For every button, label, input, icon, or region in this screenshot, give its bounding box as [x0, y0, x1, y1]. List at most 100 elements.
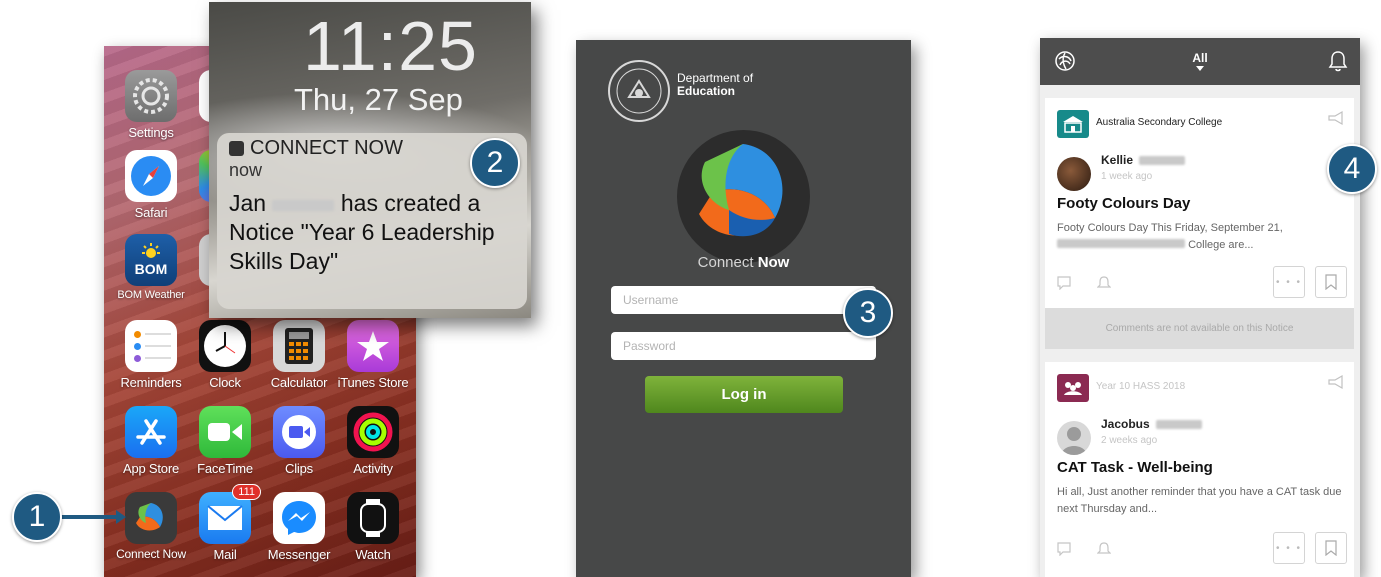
- callout-3: 3: [843, 288, 893, 338]
- wa-government-crest-icon: [608, 60, 670, 122]
- app-facetime[interactable]: FaceTime: [188, 406, 262, 476]
- feed-header: All: [1040, 38, 1360, 85]
- author-first-name: Kellie: [1101, 153, 1134, 167]
- app-reminders[interactable]: Reminders: [114, 320, 188, 390]
- notices-feed: All Australia Secondary College Kellie 1…: [1040, 38, 1360, 577]
- megaphone-icon: [1328, 374, 1343, 390]
- lock-time: 11:25: [303, 7, 478, 85]
- clock-icon: [199, 320, 251, 372]
- notice-excerpt: Footy Colours Day This Friday, September…: [1057, 220, 1347, 254]
- app-settings[interactable]: Settings: [114, 70, 188, 140]
- avatar: [1057, 157, 1091, 191]
- redacted-text: [1057, 239, 1185, 248]
- app-clips[interactable]: Clips: [262, 406, 336, 476]
- app-label: Calculator: [270, 375, 328, 390]
- post-age: 1 week ago: [1101, 171, 1153, 182]
- facetime-icon: [199, 406, 251, 458]
- bell-outline-icon[interactable]: [1097, 542, 1111, 556]
- app-brand-bold: Now: [757, 254, 790, 271]
- redacted-name: [272, 200, 335, 211]
- mail-badge: 111: [232, 484, 261, 500]
- notification-app-name: CONNECT NOW: [250, 137, 403, 159]
- app-watch[interactable]: Watch: [336, 492, 410, 562]
- reminders-icon: [125, 320, 177, 372]
- app-store-icon: [125, 406, 177, 458]
- bookmark-icon: [1325, 540, 1337, 556]
- megaphone-icon: [1328, 110, 1343, 126]
- activity-icon: [347, 406, 399, 458]
- password-input[interactable]: [611, 332, 876, 360]
- comment-icon[interactable]: [1057, 542, 1071, 556]
- more-options-button[interactable]: • • •: [1273, 532, 1305, 564]
- messenger-icon: [273, 492, 325, 544]
- comments-disabled-message: Comments are not available on this Notic…: [1045, 308, 1354, 349]
- notice-excerpt-line2-text: College are...: [1188, 239, 1254, 251]
- app-brand-prefix: Connect: [697, 254, 758, 271]
- app-brand: Connect Now: [576, 254, 911, 271]
- calculator-icon: [273, 320, 325, 372]
- notice-card[interactable]: Australia Secondary College Kellie 1 wee…: [1045, 98, 1354, 349]
- app-label: BOM Weather: [117, 289, 185, 301]
- bell-outline-icon[interactable]: [1097, 276, 1111, 290]
- lock-date: Thu, 27 Sep: [294, 82, 463, 117]
- bell-icon[interactable]: [1328, 50, 1348, 72]
- comment-icon[interactable]: [1057, 276, 1071, 290]
- app-app-store[interactable]: App Store: [114, 406, 188, 476]
- app-safari[interactable]: Safari: [114, 150, 188, 220]
- class-name: Year 10 HASS 2018: [1096, 381, 1186, 392]
- app-messenger[interactable]: Messenger: [262, 492, 336, 562]
- app-activity[interactable]: Activity: [336, 406, 410, 476]
- app-label: App Store: [122, 461, 179, 476]
- itunes-store-icon: [347, 320, 399, 372]
- app-bom-weather[interactable]: BOM BOM Weather: [114, 234, 188, 301]
- app-label: FaceTime: [197, 461, 253, 476]
- log-in-button[interactable]: Log in: [645, 376, 843, 413]
- callout-connector: [58, 515, 120, 519]
- app-connect-now[interactable]: Connect Now: [114, 492, 188, 561]
- school-name: Australia Secondary College: [1096, 117, 1223, 128]
- school-building-icon: [1057, 110, 1089, 138]
- stage: Settings Ca Safari BOM BOM Weather: [0, 0, 1381, 577]
- app-label: Mail: [213, 547, 237, 562]
- callout-arrow-icon: [116, 510, 126, 524]
- redacted-surname: [1155, 419, 1202, 429]
- app-label: Safari: [134, 205, 168, 220]
- notice-title[interactable]: Footy Colours Day: [1057, 195, 1190, 212]
- app-clock[interactable]: Clock: [188, 320, 262, 390]
- notification-message-sender: Jan: [229, 190, 267, 216]
- post-age: 2 weeks ago: [1101, 435, 1158, 446]
- app-label: Clock: [209, 375, 241, 390]
- username-input[interactable]: [611, 286, 876, 314]
- department-name: Department of Education: [677, 72, 753, 98]
- bookmark-button[interactable]: [1315, 532, 1347, 564]
- app-itunes-store[interactable]: iTunes Store: [336, 320, 410, 390]
- connect-now-logo: [677, 130, 810, 263]
- bookmark-icon: [1325, 274, 1337, 290]
- connect-now-icon: [125, 492, 177, 544]
- callout-1: 1: [12, 492, 62, 542]
- notice-excerpt-line1: Footy Colours Day This Friday, September…: [1057, 222, 1283, 234]
- app-label: Clips: [285, 461, 313, 476]
- author-name: Kellie: [1101, 153, 1186, 167]
- more-options-button[interactable]: • • •: [1273, 266, 1305, 298]
- class-group-icon: [1057, 374, 1089, 402]
- department-line2: Education: [677, 84, 736, 98]
- avatar: [1057, 421, 1091, 455]
- callout-4: 4: [1327, 144, 1377, 194]
- chevron-down-icon[interactable]: [1196, 66, 1204, 71]
- author-name: Jacobus: [1101, 417, 1202, 431]
- app-label: Watch: [355, 547, 391, 562]
- notification-message: Jan has created a Notice "Year 6 Leaders…: [229, 189, 515, 276]
- notice-title[interactable]: CAT Task - Well-being: [1057, 459, 1213, 476]
- app-calculator[interactable]: Calculator: [262, 320, 336, 390]
- app-label: Connect Now: [116, 547, 186, 561]
- bookmark-button[interactable]: [1315, 266, 1347, 298]
- notice-actions: • • •: [1057, 266, 1347, 300]
- author-first-name: Jacobus: [1101, 417, 1150, 431]
- callout-2: 2: [470, 138, 520, 188]
- notice-card[interactable]: Year 10 HASS 2018 Jacobus 2 weeks ago CA…: [1045, 362, 1354, 577]
- feed-filter[interactable]: All: [1040, 51, 1360, 65]
- app-mail[interactable]: 111 Mail: [188, 484, 262, 562]
- redacted-surname: [1139, 155, 1186, 165]
- app-label: Activity: [353, 461, 393, 476]
